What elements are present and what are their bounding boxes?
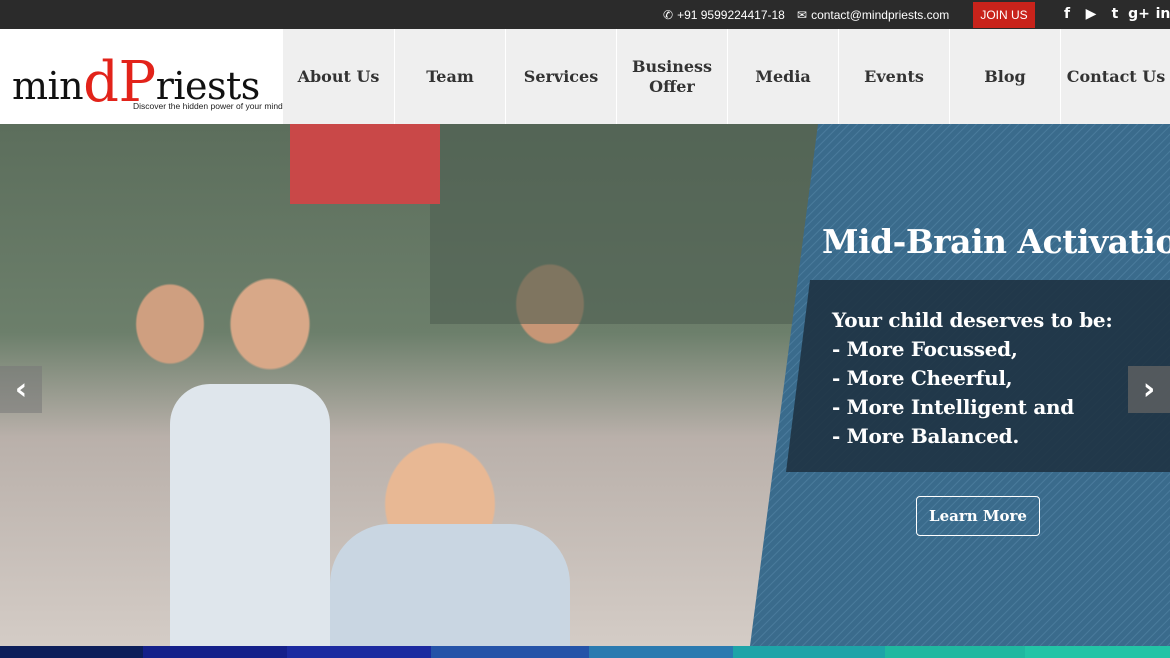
color-strip <box>0 646 1170 658</box>
email-address: contact@mindpriests.com <box>811 8 950 22</box>
logo[interactable]: mindPriests Discover the hidden power of… <box>0 29 283 124</box>
social-links: f ▶ t g+ in <box>1058 4 1170 24</box>
youtube-icon[interactable]: ▶ <box>1082 4 1100 24</box>
hero-slider: Mid-Brain Activation Your child deserves… <box>0 124 1170 646</box>
top-bar: ✆ +91 9599224417-18 ✉ contact@mindpriest… <box>0 0 1170 29</box>
hero-subheading: Your child deserves to be: <box>832 308 1113 332</box>
linkedin-icon[interactable]: in <box>1154 4 1170 24</box>
google-plus-icon[interactable]: g+ <box>1128 4 1150 24</box>
nav-item-business-offer[interactable]: Business Offer <box>616 29 727 124</box>
hero-benefit-line: - More Balanced. <box>832 424 1019 448</box>
nav-item-team[interactable]: Team <box>394 29 505 124</box>
nav-item-media[interactable]: Media <box>727 29 838 124</box>
hero-benefit-line: - More Intelligent and <box>832 395 1074 419</box>
nav-item-events[interactable]: Events <box>838 29 949 124</box>
hero-text-box: Your child deserves to be: - More Focuss… <box>832 306 1113 451</box>
envelope-icon: ✉ <box>797 8 808 22</box>
site-header: mindPriests Discover the hidden power of… <box>0 29 1170 124</box>
hero-benefit-line: - More Focussed, <box>832 337 1018 361</box>
strip-segment <box>0 646 143 658</box>
main-nav: About Us Team Services Business Offer Media E… <box>283 29 1170 124</box>
next-slide-button[interactable]: › <box>1128 366 1170 413</box>
nav-item-contact-us[interactable]: Contact Us <box>1060 29 1170 124</box>
join-us-button[interactable]: JOIN US <box>973 2 1035 28</box>
strip-segment <box>589 646 733 658</box>
facebook-icon[interactable]: f <box>1058 4 1076 24</box>
nav-item-blog[interactable]: Blog <box>949 29 1060 124</box>
strip-segment <box>1025 646 1170 658</box>
strip-segment <box>143 646 287 658</box>
logo-text-1: min <box>12 64 84 108</box>
twitter-icon[interactable]: t <box>1106 4 1124 24</box>
strip-segment <box>431 646 589 658</box>
hero-benefit-line: - More Cheerful, <box>832 366 1013 390</box>
prev-slide-button[interactable]: ‹ <box>0 366 42 413</box>
chevron-left-icon: ‹ <box>14 372 28 407</box>
strip-segment <box>733 646 885 658</box>
email-contact[interactable]: ✉ contact@mindpriests.com <box>797 8 949 22</box>
phone-contact[interactable]: ✆ +91 9599224417-18 <box>663 8 785 22</box>
strip-segment <box>287 646 431 658</box>
hero-title: Mid-Brain Activation <box>822 222 1170 261</box>
nav-item-about-us[interactable]: About Us <box>283 29 394 124</box>
chevron-right-icon: › <box>1142 372 1156 407</box>
logo-tagline: Discover the hidden power of your mind <box>133 101 283 111</box>
learn-more-button[interactable]: Learn More <box>916 496 1040 536</box>
phone-icon: ✆ <box>663 8 674 22</box>
nav-item-services[interactable]: Services <box>505 29 616 124</box>
phone-number: +91 9599224417-18 <box>677 8 785 22</box>
strip-segment <box>885 646 1025 658</box>
